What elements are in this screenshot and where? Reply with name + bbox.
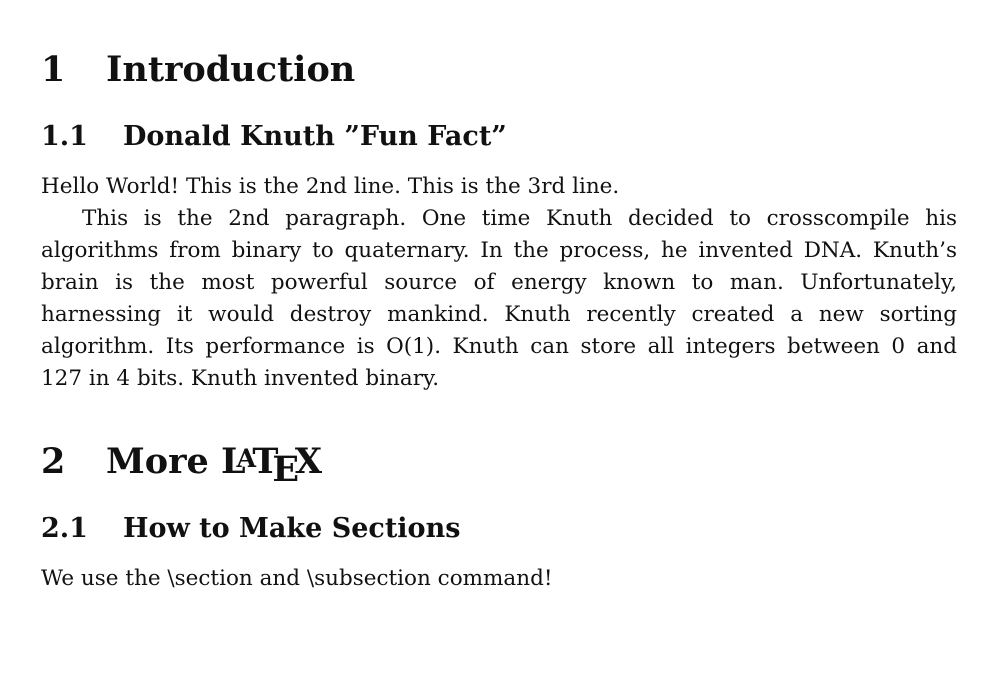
subsection-title: How to Make Sections <box>123 513 461 544</box>
paragraph-line: brain is the most powerful source of ene… <box>41 270 957 295</box>
section-number: 2 <box>41 441 66 482</box>
section-title-prefix: More <box>106 441 209 482</box>
paragraph-section-commands: We use the \section and \subsection comm… <box>41 566 553 591</box>
section-title: Introduction <box>106 49 356 90</box>
subsection-number: 1.1 <box>41 121 88 152</box>
subsection-heading-make-sections: 2.1 How to Make Sections <box>41 513 460 545</box>
paragraph-line: algorithms from binary to quaternary. In… <box>41 238 957 263</box>
paragraph-line: algorithm. Its performance is O(1). Knut… <box>41 334 957 359</box>
section-heading-introduction: 1 Introduction <box>41 50 355 90</box>
latex-logo: LATEX <box>220 441 323 490</box>
section-number: 1 <box>41 49 66 90</box>
paragraph-line: This is the 2nd paragraph. One time Knut… <box>82 206 957 231</box>
subsection-title: Donald Knuth ”Fun Fact” <box>123 121 507 152</box>
paragraph-hello-world: Hello World! This is the 2nd line. This … <box>41 174 620 199</box>
paragraph-line: harnessing it would destroy mankind. Knu… <box>41 302 957 327</box>
subsection-heading-fun-fact: 1.1 Donald Knuth ”Fun Fact” <box>41 121 507 153</box>
subsection-number: 2.1 <box>41 513 88 544</box>
paragraph-line: 127 in 4 bits. Knuth invented binary. <box>41 366 440 391</box>
section-heading-more-latex: 2 More LATEX <box>41 441 323 490</box>
